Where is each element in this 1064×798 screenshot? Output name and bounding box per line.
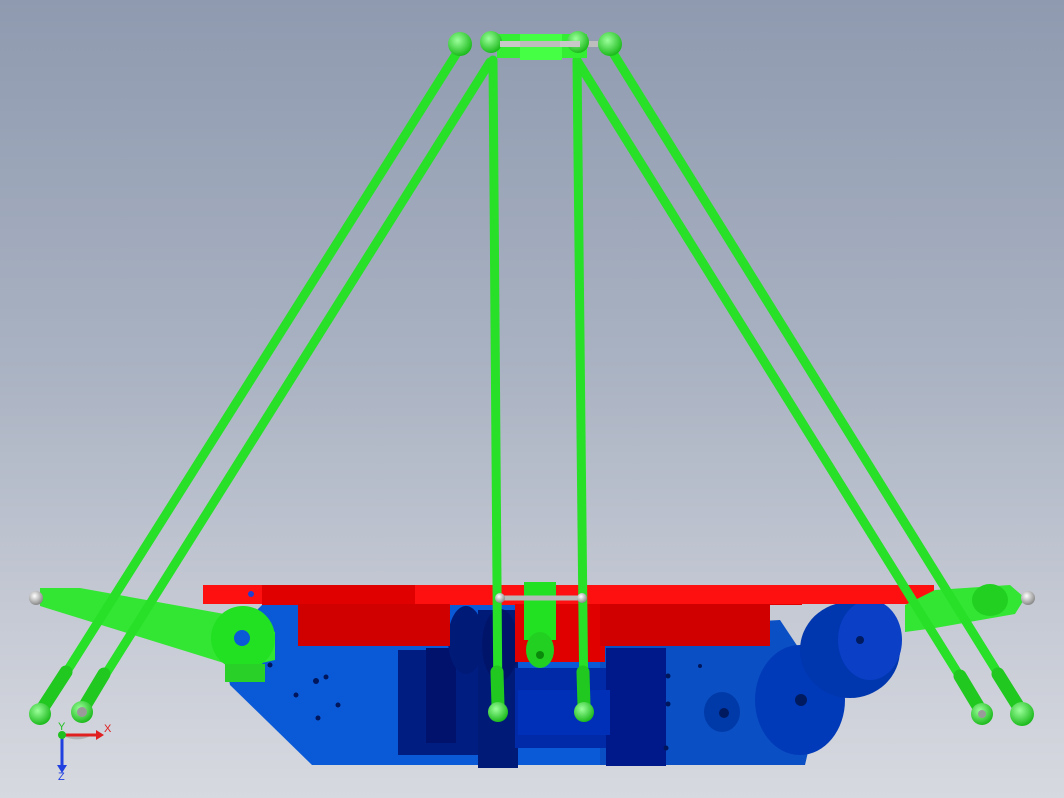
center-bracket-hole [536, 651, 544, 659]
cad-graphics-viewport[interactable]: X Y Z [0, 0, 1064, 798]
apex-pin-right-stub [560, 41, 580, 47]
left-arm-pin [29, 591, 43, 605]
triad-x-label: X [104, 723, 112, 735]
wheel-top-hole [856, 636, 864, 644]
red-plate-lower-right [600, 604, 770, 646]
wheel-hub-hole [719, 708, 729, 718]
red-plate-hole [248, 591, 254, 597]
right-arm-hub [972, 584, 1008, 616]
triad-z-label: Z [58, 771, 65, 783]
red-plate-left-tab [203, 585, 263, 604]
rod-center-left [488, 55, 503, 717]
apex-ball-left [480, 31, 502, 53]
wheel-right-top [838, 600, 902, 680]
center-bracket-hook [526, 632, 554, 668]
apex-pin-left-stub [500, 41, 520, 47]
left-arm-hub-hole [234, 630, 250, 646]
motor-flange [426, 648, 456, 743]
triad-y-label: Y [58, 721, 66, 733]
apex-ball-right-outer [598, 32, 622, 56]
red-plate-lower-left [298, 604, 450, 646]
left-arm-clamp [225, 664, 265, 682]
right-arm-pin [1021, 591, 1035, 605]
center-pin-left [495, 593, 505, 603]
apex-block[interactable] [448, 31, 622, 60]
apex-ball-left-outer [448, 32, 472, 56]
gearbox-right [606, 648, 666, 766]
center-bracket-plate [524, 582, 556, 640]
wheel-right-hole [795, 694, 807, 706]
gearbox-shaft [518, 690, 610, 735]
triad-x-arrow [96, 730, 104, 740]
disc-gear-left [448, 606, 484, 674]
cad-model-view[interactable]: X Y Z [0, 0, 1064, 798]
center-pin-right [577, 593, 587, 603]
orientation-triad[interactable]: X Y Z [57, 721, 112, 783]
